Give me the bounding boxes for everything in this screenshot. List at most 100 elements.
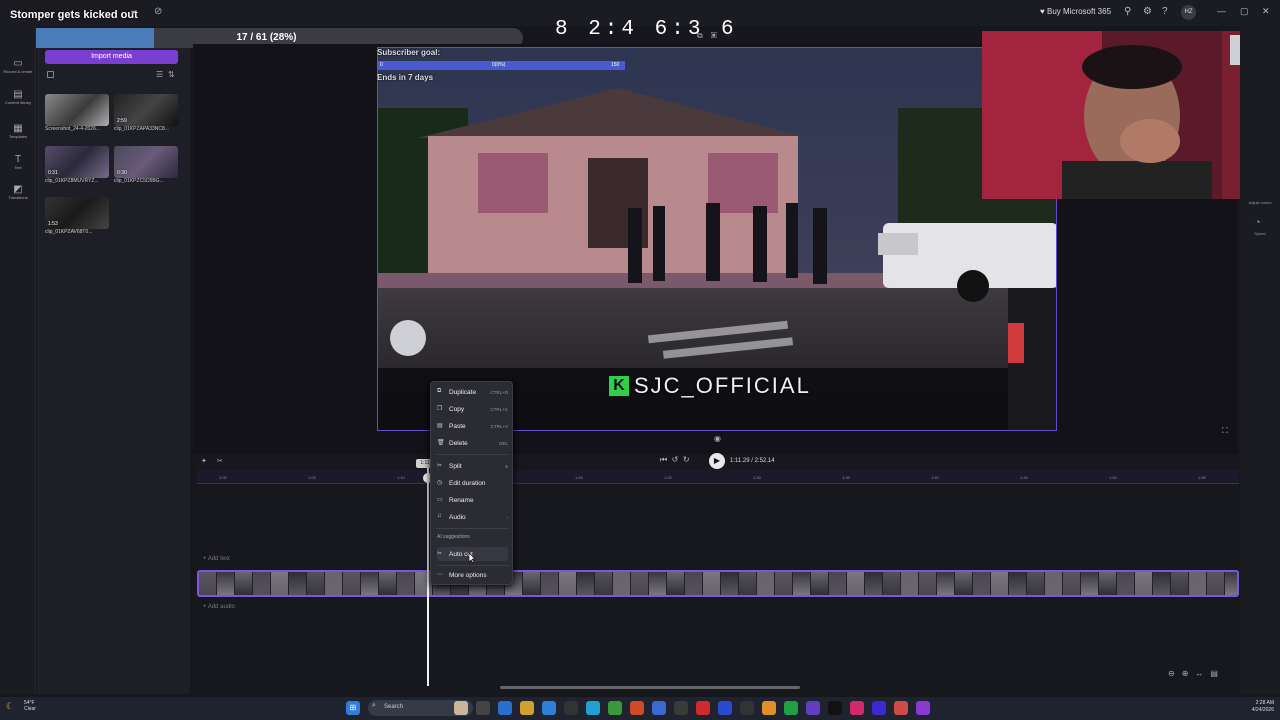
close-icon[interactable]: ✕ xyxy=(1262,6,1270,17)
zoom-out-icon[interactable]: ⊖ xyxy=(1168,669,1182,678)
crop-icon[interactable]: ⧉ xyxy=(697,31,711,40)
taskbar-app-icon[interactable] xyxy=(872,701,886,715)
avatar[interactable]: HZ xyxy=(1181,5,1196,20)
rewind-icon[interactable]: ↺ xyxy=(672,455,679,464)
media-item[interactable]: 2:59 clip_01KPZAPA33NC8... xyxy=(114,94,178,132)
cloud-off-icon[interactable]: ⊘ xyxy=(154,6,162,17)
help-icon[interactable]: ? xyxy=(1162,6,1168,17)
layout-icon[interactable]: ▣ xyxy=(711,31,725,40)
add-audio-track[interactable]: + Add audio xyxy=(203,604,235,610)
menu-item-delete[interactable]: 🗑 Delete DEL xyxy=(437,436,508,450)
clip-frame xyxy=(289,572,307,595)
clip-frame xyxy=(631,572,649,595)
taskbar-app-icon[interactable] xyxy=(784,701,798,715)
clip-frame xyxy=(271,572,289,595)
more-icon[interactable]: ⋯ xyxy=(725,31,741,40)
skip-back-icon[interactable]: ⏮ xyxy=(660,455,667,464)
weather-icon[interactable]: ☾ xyxy=(6,701,14,712)
select-all-checkbox[interactable] xyxy=(47,71,54,78)
menu-item-paste[interactable]: ▤ Paste CTRL+V xyxy=(437,419,508,433)
scissors-icon[interactable]: ✂ xyxy=(217,457,223,465)
taskbar-app-icon[interactable] xyxy=(718,701,732,715)
menu-item-rename[interactable]: ▭ Rename xyxy=(437,493,508,507)
taskbar-app-icon[interactable] xyxy=(608,701,622,715)
taskbar-app-icon[interactable] xyxy=(806,701,820,715)
clip-frame xyxy=(217,572,235,595)
timeline-scrollbar[interactable] xyxy=(500,686,800,689)
minimize-icon[interactable]: — xyxy=(1217,6,1226,16)
menu-item-edit-duration[interactable]: ◷ Edit duration xyxy=(437,476,508,490)
media-duration: 0:30 xyxy=(117,170,127,176)
import-media-button[interactable]: Import media xyxy=(45,50,178,64)
taskbar-app-icon[interactable] xyxy=(762,701,776,715)
menu-item-duplicate[interactable]: ⧉ Duplicate CTRL+D xyxy=(437,385,508,399)
taskbar-app-icon[interactable] xyxy=(498,701,512,715)
taskbar-app-icon[interactable] xyxy=(696,701,710,715)
fit-icon[interactable]: ↔ xyxy=(1195,669,1210,678)
video-clip-track[interactable] xyxy=(197,570,1239,597)
magic-icon[interactable]: ✦ xyxy=(201,457,207,465)
right-properties-rail xyxy=(1240,26,1280,694)
menu-shortcut: S xyxy=(504,464,508,469)
taskbar-app-icon[interactable] xyxy=(850,701,864,715)
buy-microsoft-365-button[interactable]: ♥ Buy Microsoft 365 xyxy=(1040,7,1111,16)
menu-item-audio[interactable]: ♫ Audio › xyxy=(437,510,508,524)
sort-icon[interactable]: ⇅ xyxy=(168,70,175,79)
clip-frame xyxy=(1153,572,1171,595)
playhead[interactable] xyxy=(427,465,429,686)
forward-icon[interactable]: ↻ xyxy=(683,455,690,464)
fullscreen-icon[interactable]: ⛶ xyxy=(1222,426,1228,436)
taskbar-app-icon[interactable] xyxy=(740,701,754,715)
clip-frame xyxy=(1099,572,1117,595)
chevron-down-icon[interactable]: ▾ xyxy=(131,8,135,17)
menu-item-copy[interactable]: ❐ Copy CTRL+C xyxy=(437,402,508,416)
taskbar-app-icon[interactable] xyxy=(586,701,600,715)
taskbar-app-icon[interactable] xyxy=(652,701,666,715)
filter-icon[interactable]: ☰ xyxy=(156,70,163,79)
media-item[interactable]: 0:31 clip_01KPZ8MUVRYZ... xyxy=(45,146,109,184)
rail-record-create[interactable]: ▭ Record & create xyxy=(2,58,34,74)
taskbar-app-icon[interactable] xyxy=(564,701,578,715)
taskbar-app-icon[interactable] xyxy=(828,701,842,715)
weather-widget[interactable]: 54°F Clear xyxy=(24,700,36,712)
adjust-colors-label[interactable]: Adjust colors xyxy=(1240,200,1280,205)
menu-item-split[interactable]: ✂ Split S xyxy=(437,459,508,473)
menu-item-more-options[interactable]: ⋯ More options xyxy=(437,568,508,582)
speed-icon[interactable]: ◔ xyxy=(1255,217,1260,227)
taskbar-app-icon[interactable] xyxy=(476,701,490,715)
goal-target: 150 xyxy=(611,62,620,68)
taskbar-app-icon[interactable] xyxy=(454,701,468,715)
settings-icon[interactable]: ⚙ xyxy=(1143,6,1152,17)
taskbar-app-icon[interactable] xyxy=(674,701,688,715)
rail-content-library[interactable]: ▤ Content library xyxy=(2,89,34,105)
media-item[interactable]: 0:30 clip_01KPZC5D5BG... xyxy=(114,146,178,184)
share-icon[interactable]: ⚲ xyxy=(1124,6,1131,17)
zoom-in-icon[interactable]: ⊕ xyxy=(1182,669,1196,678)
play-button[interactable]: ▶ xyxy=(709,453,725,469)
add-text-track[interactable]: + Add text xyxy=(203,556,230,562)
system-clock[interactable]: 2:28 AM 4/24/2026 xyxy=(1240,700,1274,714)
media-item[interactable]: Screenshot_24-4-2026... xyxy=(45,94,109,132)
taskbar-app-icon[interactable] xyxy=(916,701,930,715)
media-item[interactable]: 1:53 clip_01KPZAV68T0... xyxy=(45,197,109,235)
gamepad-icon[interactable]: ◉ xyxy=(714,434,721,443)
layout-icon[interactable]: ▤ xyxy=(1210,669,1225,678)
taskbar-app-icon[interactable] xyxy=(542,701,556,715)
menu-label: Delete xyxy=(449,440,468,447)
rail-transitions[interactable]: ◩ Transitions xyxy=(2,184,34,200)
timeline-ruler[interactable]: 1:001:051:101:151:201:251:301:351:401:45… xyxy=(197,470,1239,484)
taskbar-app-icon[interactable] xyxy=(894,701,908,715)
rail-templates[interactable]: ▦ Templates xyxy=(2,123,34,139)
start-icon[interactable]: ⊞ xyxy=(346,701,360,715)
taskbar-app-icon[interactable] xyxy=(630,701,644,715)
media-item-name: clip_01KPZC5D5BG... xyxy=(114,178,164,184)
menu-label: Split xyxy=(449,463,462,470)
taskbar-app-icon[interactable] xyxy=(520,701,534,715)
speed-label[interactable]: Speed xyxy=(1240,231,1280,236)
ai-suggestions-heading: AI suggestions xyxy=(437,534,470,540)
clip-frame xyxy=(559,572,577,595)
menu-shortcut: CTRL+C xyxy=(490,407,508,412)
media-duration: 0:31 xyxy=(48,170,58,176)
rail-text[interactable]: T Text xyxy=(2,154,34,170)
maximize-icon[interactable]: ▢ xyxy=(1240,6,1249,17)
